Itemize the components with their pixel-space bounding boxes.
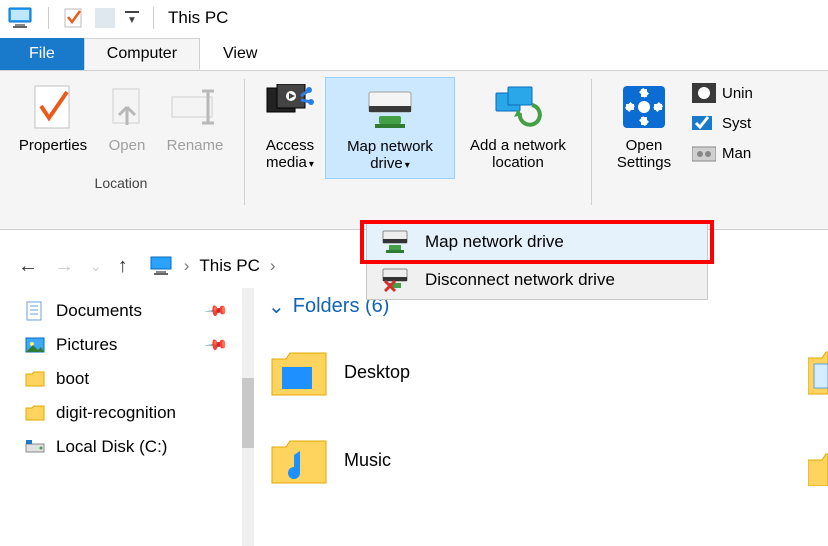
manage-button[interactable]: Man (692, 143, 753, 163)
nav-boot[interactable]: boot (24, 362, 254, 396)
quick-access-toolbar: ▼ This PC (0, 0, 828, 36)
desktop-folder-icon (268, 345, 330, 399)
pin-icon: 📌 (204, 332, 230, 358)
access-media-button[interactable]: Accessmedia▾ (255, 77, 325, 179)
tab-file[interactable]: File (0, 38, 84, 70)
map-network-drive-button[interactable]: Map networkdrive▾ (325, 77, 455, 179)
open-button[interactable]: Open (98, 77, 156, 177)
folder-desktop[interactable]: Desktop (268, 337, 410, 407)
dropdown-map-network-drive[interactable]: Map network drive (367, 223, 707, 261)
dropdown-disconnect-network-drive[interactable]: Disconnect network drive (367, 261, 707, 299)
group-divider (591, 79, 592, 205)
rename-button[interactable]: Rename (156, 77, 234, 177)
chevron-down-icon: ⌄ (268, 294, 285, 319)
map-drive-dropdown: Map network drive Disconnect network dri… (366, 222, 708, 300)
pictures-icon (24, 334, 46, 356)
drive-icon (24, 436, 46, 458)
pin-icon: 📌 (204, 298, 230, 324)
this-pc-icon (8, 7, 34, 29)
nav-pictures[interactable]: Pictures 📌 (24, 328, 254, 362)
properties-button[interactable]: Properties (8, 77, 98, 177)
nav-documents[interactable]: Documents 📌 (24, 294, 254, 328)
group-location: Properties Open Rename Location (0, 71, 242, 229)
folder-music[interactable]: Music (268, 425, 391, 495)
tab-view[interactable]: View (200, 38, 280, 70)
content-area: Documents 📌 Pictures 📌 boot digit-recogn… (0, 288, 828, 546)
group-label-location: Location (8, 175, 234, 191)
breadcrumb[interactable]: › This PC › (150, 256, 276, 276)
music-folder-icon (268, 433, 330, 487)
nav-digit-recognition[interactable]: digit-recognition (24, 396, 254, 430)
separator (48, 7, 49, 29)
system-small-buttons: Unin Syst Man (686, 77, 753, 177)
separator (153, 7, 154, 29)
folder-icon (24, 402, 46, 424)
window-title: This PC (168, 8, 228, 28)
group-divider (244, 79, 245, 205)
nav-recent-icon[interactable]: ⌄ (90, 258, 102, 275)
sidebar-scrollbar[interactable] (242, 288, 254, 546)
nav-back-icon[interactable]: ← (18, 255, 38, 278)
system-properties-button[interactable]: Syst (692, 113, 753, 133)
group-label-network (255, 177, 581, 193)
breadcrumb-item[interactable]: This PC (199, 256, 259, 276)
folder-icon (24, 368, 46, 390)
uninstall-button[interactable]: Unin (692, 83, 753, 103)
open-settings-button[interactable]: OpenSettings (602, 77, 686, 177)
group-system: OpenSettings Unin Syst Man (594, 71, 761, 229)
nav-pane: Documents 📌 Pictures 📌 boot digit-recogn… (0, 288, 254, 546)
blank-qat-icon[interactable] (95, 8, 115, 28)
nav-local-disk[interactable]: Local Disk (C:) (24, 430, 254, 464)
ribbon: Properties Open Rename Location (0, 70, 828, 230)
ribbon-tabs: File Computer View (0, 36, 828, 70)
explorer-window: ▼ This PC File Computer View Properties (0, 0, 828, 546)
this-pc-crumb-icon (150, 256, 174, 276)
nav-up-icon[interactable]: ↑ (118, 255, 128, 278)
main-pane: ⌄ Folders (6) Desktop Music (254, 288, 828, 546)
group-network: Accessmedia▾ Map networkdrive▾ Add a net… (247, 71, 589, 229)
folder-partial-icon (808, 344, 828, 398)
properties-qat-icon[interactable] (63, 7, 85, 29)
customize-qat-icon[interactable]: ▼ (125, 11, 139, 26)
folder-partial-icon (808, 446, 828, 486)
tab-computer[interactable]: Computer (84, 38, 200, 70)
nav-forward-icon[interactable]: → (54, 255, 74, 278)
add-network-location-button[interactable]: Add a networklocation (455, 77, 581, 179)
documents-icon (24, 300, 46, 322)
